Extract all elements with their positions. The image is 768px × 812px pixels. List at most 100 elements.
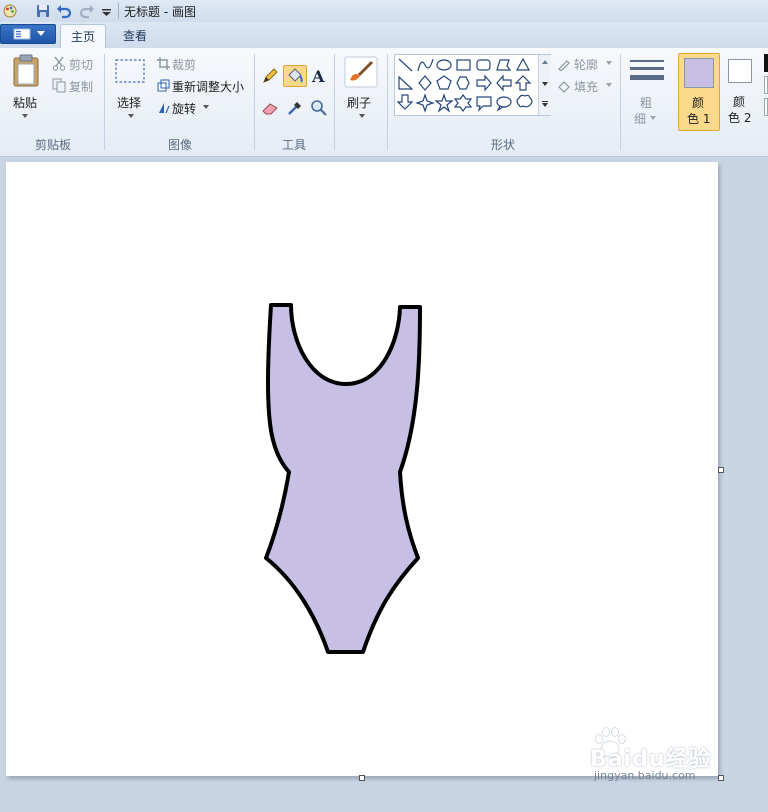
outline-label: 轮廓 — [574, 58, 599, 72]
title-separator — [118, 3, 119, 19]
resize-handle-bottom[interactable] — [359, 775, 365, 781]
rotate-button[interactable]: 旋转 — [155, 99, 215, 117]
chevron-down-icon — [650, 116, 656, 120]
palette-color-white[interactable] — [764, 76, 768, 94]
group-separator — [387, 54, 388, 150]
cloud-callout-shape-icon — [516, 94, 533, 108]
fill-label: 填充 — [574, 80, 599, 94]
down-arrow-shape-icon — [397, 94, 414, 110]
rotate-icon — [159, 103, 170, 114]
magnifier-tool[interactable] — [309, 98, 329, 118]
outline-button[interactable]: 轮廓 — [556, 55, 618, 73]
color-picker-tool[interactable] — [285, 98, 305, 118]
right-arrow-shape-icon — [476, 74, 492, 92]
paint-bucket-icon — [288, 68, 303, 83]
chevron-up-icon[interactable] — [542, 60, 548, 64]
group-separator — [104, 54, 105, 150]
color1-label-line2: 色 1 — [687, 112, 711, 126]
tools-group-label: 工具 — [281, 138, 306, 152]
customize-qat-icon[interactable] — [99, 3, 115, 19]
paint-app-icon[interactable] — [2, 3, 18, 19]
image-group-label: 图像 — [167, 138, 192, 152]
cut-button[interactable]: 剪切 — [50, 55, 102, 73]
select-label: 选择 — [117, 96, 142, 110]
shapes-gallery-grid — [397, 57, 533, 113]
palette-color-white[interactable] — [764, 98, 768, 116]
copy-icon — [52, 78, 66, 93]
brush-icon — [344, 56, 378, 88]
resize-handle-right[interactable] — [718, 467, 724, 473]
line-size-icon — [630, 60, 664, 80]
file-menu-button[interactable] — [0, 24, 56, 44]
eraser-tool[interactable] — [260, 98, 280, 118]
paste-button[interactable]: 粘贴 — [8, 52, 44, 122]
shapes-gallery-scroll[interactable] — [538, 55, 551, 115]
paste-icon — [13, 54, 39, 87]
paste-label: 粘贴 — [13, 96, 38, 110]
color1-button[interactable]: 颜 色 1 — [678, 53, 720, 131]
left-arrow-shape-icon — [496, 74, 512, 92]
size-button[interactable]: 粗 细 — [626, 54, 668, 132]
chevron-down-icon — [359, 114, 365, 118]
crop-icon — [157, 57, 170, 70]
expand-gallery-icon[interactable] — [542, 101, 548, 107]
shapes-gallery — [394, 54, 551, 116]
copy-button[interactable]: 复制 — [50, 77, 102, 95]
rectangle-shape-icon — [456, 59, 471, 71]
color2-label-line1: 颜 — [733, 95, 746, 109]
five-point-star-shape-icon — [434, 93, 454, 113]
text-tool[interactable]: A — [309, 66, 329, 86]
pencil-tool[interactable] — [260, 66, 280, 86]
triangle-shape-icon — [515, 57, 531, 71]
line-shape-icon — [398, 58, 413, 72]
polygon-shape-icon — [496, 59, 512, 71]
drawing-canvas[interactable] — [6, 162, 718, 776]
crop-label: 裁剪 — [172, 58, 197, 72]
save-icon[interactable] — [35, 3, 51, 19]
eraser-icon — [262, 103, 278, 115]
chevron-down-icon — [22, 114, 28, 118]
curve-shape-icon — [417, 58, 434, 72]
group-separator — [334, 54, 335, 150]
fill-tool[interactable] — [283, 65, 307, 87]
brushes-button[interactable]: 刷子 — [340, 54, 382, 124]
rotate-label: 旋转 — [172, 102, 197, 116]
group-separator — [620, 54, 621, 150]
chevron-down-icon — [37, 31, 45, 36]
ribbon-tab-strip: 主页 查看 — [0, 22, 768, 48]
tab-home[interactable]: 主页 — [60, 24, 106, 48]
hexagon-shape-icon — [456, 76, 470, 90]
tab-view[interactable]: 查看 — [112, 24, 158, 48]
swimsuit-shape — [264, 303, 422, 654]
color2-swatch — [728, 59, 752, 83]
scissors-icon — [52, 56, 66, 71]
copy-label: 复制 — [69, 80, 94, 94]
palette-color-black[interactable] — [764, 54, 768, 72]
fill-bucket-icon — [558, 81, 570, 93]
title-bar: 无标题 - 画图 — [0, 0, 768, 23]
resize-handle-corner[interactable] — [718, 775, 724, 781]
pencil-icon — [263, 68, 278, 83]
undo-icon[interactable] — [56, 3, 72, 19]
chevron-down-icon — [606, 61, 612, 65]
chevron-down-icon[interactable] — [542, 82, 548, 86]
select-button[interactable]: 选择 — [110, 54, 150, 124]
color1-swatch — [684, 58, 714, 88]
oval-shape-icon — [436, 59, 452, 71]
color2-button[interactable]: 颜 色 2 — [722, 53, 762, 131]
fill-button[interactable]: 填充 — [556, 77, 618, 95]
canvas-workspace — [0, 157, 768, 812]
clipboard-group-label: 剪贴板 — [34, 138, 71, 152]
color1-label-line1: 颜 — [692, 96, 705, 110]
four-point-star-shape-icon — [415, 93, 435, 113]
resize-icon — [157, 79, 170, 92]
rounded-rectangle-shape-icon — [476, 59, 491, 71]
svg-text:A: A — [311, 67, 325, 86]
oval-callout-shape-icon — [496, 96, 512, 112]
resize-button[interactable]: 重新调整大小 — [155, 77, 249, 95]
chevron-down-icon — [606, 83, 612, 87]
shapes-group-label: 形状 — [490, 138, 515, 152]
redo-icon[interactable] — [79, 3, 95, 19]
crop-button[interactable]: 裁剪 — [155, 55, 211, 73]
brushes-label: 刷子 — [347, 96, 372, 110]
